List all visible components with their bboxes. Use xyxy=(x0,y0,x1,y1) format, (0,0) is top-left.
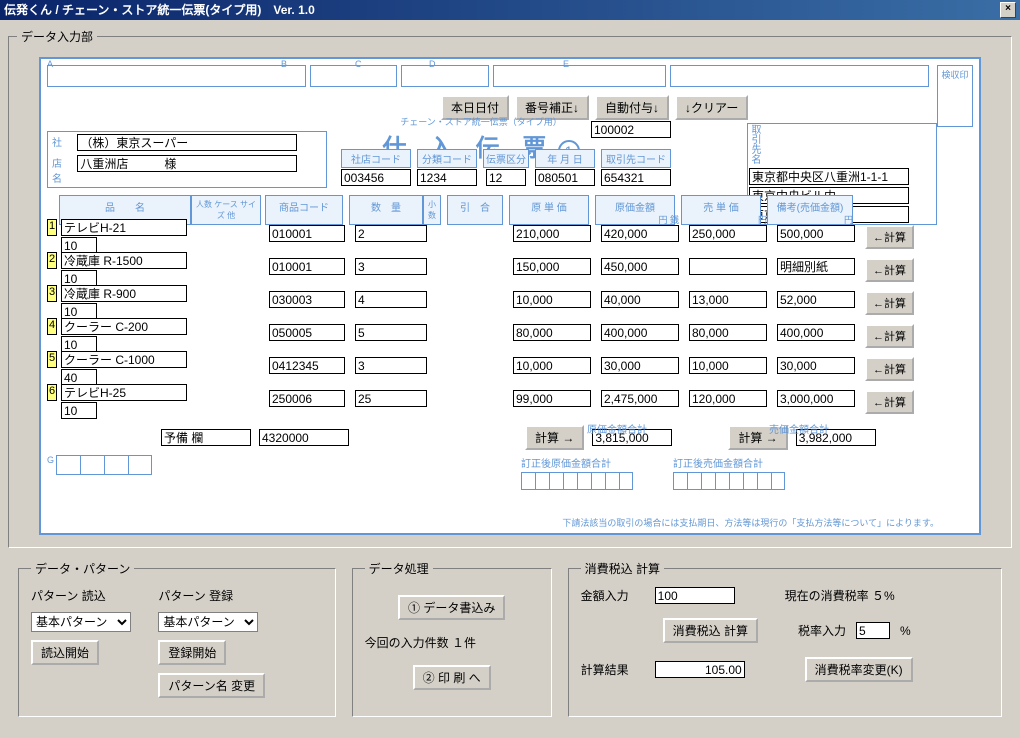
item-gentanka[interactable] xyxy=(513,390,591,407)
item-name[interactable] xyxy=(61,318,187,335)
btn-row-calc[interactable]: ←計算 xyxy=(865,390,914,414)
item-code[interactable] xyxy=(269,258,345,275)
title-text: 伝発くん / チェーン・ストア統一伝票(タイプ用) Ver. 1.0 xyxy=(4,0,315,20)
item-name[interactable] xyxy=(61,285,187,302)
item-genka[interactable] xyxy=(601,357,679,374)
btn-tax-calc[interactable]: 消費税込 計算 xyxy=(663,618,758,643)
item-genka[interactable] xyxy=(601,324,679,341)
item-bikou[interactable] xyxy=(777,357,855,374)
btn-row-calc[interactable]: ←計算 xyxy=(865,357,914,381)
item-uritanka[interactable] xyxy=(689,258,767,275)
panel-pattern: データ・パターン パターン 読込 基本パターン 読込開始 パターン 登録 基本パ… xyxy=(18,560,336,717)
item-uritanka[interactable] xyxy=(689,357,767,374)
item-name[interactable] xyxy=(61,252,187,269)
item-qty[interactable] xyxy=(355,291,427,308)
company-name[interactable] xyxy=(77,134,297,151)
item-code[interactable] xyxy=(269,225,345,242)
row-number: 5 xyxy=(47,351,57,368)
item-uritanka[interactable] xyxy=(689,291,767,308)
table-row: 1 ←計算 xyxy=(47,219,1020,251)
btn-rename[interactable]: パターン名 変更 xyxy=(158,673,265,698)
item-bikou[interactable] xyxy=(777,225,855,242)
item-name[interactable] xyxy=(61,219,187,236)
item-bikou[interactable] xyxy=(777,324,855,341)
item-gentanka[interactable] xyxy=(513,258,591,275)
item-uritanka[interactable] xyxy=(689,324,767,341)
item-bikou[interactable] xyxy=(777,258,855,275)
titlebar: 伝発くん / チェーン・ストア統一伝票(タイプ用) Ver. 1.0 × xyxy=(0,0,1020,20)
tax-result[interactable] xyxy=(655,661,745,678)
pattern-save-select[interactable]: 基本パターン xyxy=(158,612,258,632)
item-qty[interactable] xyxy=(355,324,427,341)
row-number: 3 xyxy=(47,285,57,302)
item-gentanka[interactable] xyxy=(513,291,591,308)
tax-amount[interactable] xyxy=(655,587,735,604)
table-row: 5 ←計算 xyxy=(47,351,1020,383)
item-genka[interactable] xyxy=(601,258,679,275)
table-row: 6 ←計算 xyxy=(47,384,1020,416)
code-denku[interactable] xyxy=(486,169,526,186)
item-genka[interactable] xyxy=(601,225,679,242)
item-name[interactable] xyxy=(61,351,187,368)
row-number: 1 xyxy=(47,219,57,236)
btn-load-start[interactable]: 読込開始 xyxy=(31,640,99,665)
btn-row-calc[interactable]: ←計算 xyxy=(865,324,914,348)
stamp-box: 検収印 xyxy=(937,65,973,127)
item-code[interactable] xyxy=(269,357,345,374)
item-bikou[interactable] xyxy=(777,390,855,407)
item-gentanka[interactable] xyxy=(513,357,591,374)
rows-area: 1 ←計算 2 ←計算 3 ←計算 4 ←計算 5 ←計算 6 ←計算 xyxy=(47,219,1020,423)
item-code[interactable] xyxy=(269,390,345,407)
store-name[interactable] xyxy=(77,155,297,172)
spare-value[interactable] xyxy=(259,429,349,446)
item-qty[interactable] xyxy=(355,390,427,407)
slip-area: A B C D E 検収印 本日日付 番号補正↓ 自動付与↓ ↓クリアー チェー… xyxy=(39,57,981,535)
pattern-load-select[interactable]: 基本パターン xyxy=(31,612,131,632)
btn-row-calc[interactable]: ←計算 xyxy=(865,291,914,315)
code-bunrui[interactable] xyxy=(417,169,477,186)
close-icon[interactable]: × xyxy=(1000,2,1016,18)
item-code[interactable] xyxy=(269,291,345,308)
btn-clear[interactable]: ↓クリアー xyxy=(675,95,748,120)
btn-save-start[interactable]: 登録開始 xyxy=(158,640,226,665)
btn-row-calc[interactable]: ←計算 xyxy=(865,258,914,282)
row-number: 4 xyxy=(47,318,57,335)
tax-rate[interactable] xyxy=(856,622,890,639)
slip-number[interactable] xyxy=(591,121,671,138)
code-tori[interactable] xyxy=(601,169,671,186)
item-uritanka[interactable] xyxy=(689,390,767,407)
code-shaten[interactable] xyxy=(341,169,411,186)
item-genka[interactable] xyxy=(601,390,679,407)
btn-tax-change[interactable]: 消費税率変更(K) xyxy=(805,657,913,682)
panel-proc: データ処理 ① データ書込み 今回の入力件数 １件 ② 印 刷 へ xyxy=(352,560,552,717)
panel-tax: 消費税込 計算 金額入力 現在の消費税率 ５% 消費税込 計算 税率入力 % 計… xyxy=(568,560,1002,717)
table-row: 2 ←計算 xyxy=(47,252,1020,284)
dest1[interactable] xyxy=(749,168,909,185)
spare-label[interactable] xyxy=(161,429,251,446)
btn-row-calc[interactable]: ←計算 xyxy=(865,225,914,249)
item-qty[interactable] xyxy=(355,258,427,275)
item-qty[interactable] xyxy=(355,225,427,242)
item-qty[interactable] xyxy=(355,357,427,374)
item-bikou[interactable] xyxy=(777,291,855,308)
row-number: 6 xyxy=(47,384,57,401)
code-date[interactable] xyxy=(535,169,595,186)
btn-write[interactable]: ① データ書込み xyxy=(398,595,505,620)
input-count: 今回の入力件数 １件 xyxy=(365,634,539,651)
table-row: 3 ←計算 xyxy=(47,285,1020,317)
item-name[interactable] xyxy=(61,384,187,401)
row-number: 2 xyxy=(47,252,57,269)
item-code[interactable] xyxy=(269,324,345,341)
table-row: 4 ←計算 xyxy=(47,318,1020,350)
item-sub[interactable] xyxy=(61,402,97,419)
item-gentanka[interactable] xyxy=(513,225,591,242)
item-genka[interactable] xyxy=(601,291,679,308)
main-fieldset: データ入力部 A B C D E 検収印 本日日付 番号補正↓ 自動付与↓ ↓ク… xyxy=(8,28,1012,548)
item-uritanka[interactable] xyxy=(689,225,767,242)
main-legend: データ入力部 xyxy=(17,28,97,45)
btn-print[interactable]: ② 印 刷 へ xyxy=(413,665,491,690)
item-gentanka[interactable] xyxy=(513,324,591,341)
btn-calc-genka[interactable]: 計算 → xyxy=(525,425,584,450)
company-box: 社 店名 xyxy=(47,131,327,188)
